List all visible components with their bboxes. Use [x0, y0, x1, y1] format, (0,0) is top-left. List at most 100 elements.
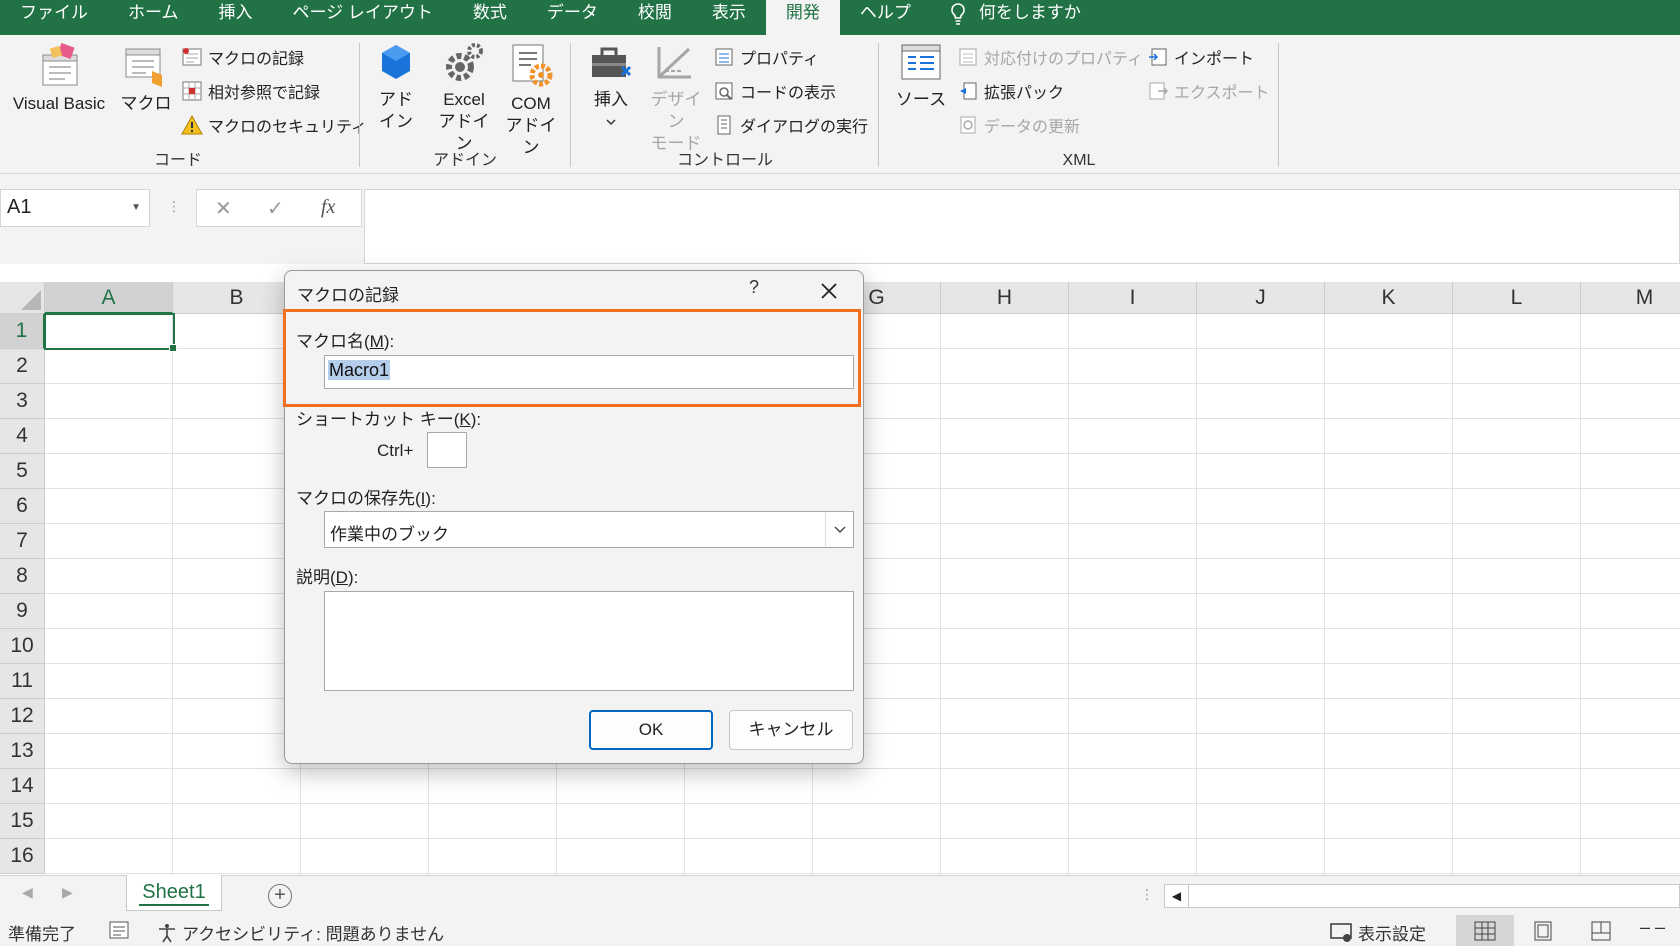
tab-developer[interactable]: 開発	[765, 0, 840, 35]
gridline	[45, 803, 1680, 804]
formula-bar: A1 ▼ ⋮ ✕ ✓ fx	[0, 174, 1680, 264]
row-header-14[interactable]: 14	[0, 769, 45, 804]
tab-insert[interactable]: 挿入	[199, 0, 273, 35]
page-break-view-icon	[1591, 921, 1611, 940]
row-header-4[interactable]: 4	[0, 419, 45, 454]
tab-page-layout[interactable]: ページ レイアウト	[273, 0, 453, 35]
design-mode-button[interactable]: デザイン モード	[644, 41, 708, 155]
row-header-11[interactable]: 11	[0, 664, 45, 699]
insert-function-button[interactable]: fx	[321, 196, 335, 219]
gridline	[1196, 314, 1197, 875]
macros-button[interactable]: マクロ	[118, 41, 174, 115]
excel-addins-button[interactable]: Excel アドイン	[434, 41, 494, 155]
shortcut-key-input[interactable]	[427, 432, 467, 468]
row-header-2[interactable]: 2	[0, 349, 45, 384]
tab-view[interactable]: 表示	[692, 0, 766, 35]
group-addins: アド イン Excel アドイン COM アドイン アドイン	[362, 35, 568, 174]
zoom-out-button[interactable]: – –	[1640, 917, 1665, 938]
import-button[interactable]: インポート	[1146, 43, 1254, 71]
refresh-data-button[interactable]: データの更新	[956, 111, 1080, 139]
row-header-10[interactable]: 10	[0, 629, 45, 664]
xml-source-button[interactable]: ソース	[894, 41, 948, 111]
macro-security-button[interactable]: マクロのセキュリティ	[180, 111, 367, 139]
help-button[interactable]: ?	[749, 277, 759, 298]
close-button[interactable]	[815, 277, 843, 305]
tab-review[interactable]: 校閲	[618, 0, 692, 35]
selected-cell-a1[interactable]	[44, 313, 177, 352]
run-dialog-label: ダイアログの実行	[740, 119, 869, 136]
ok-button[interactable]: OK	[589, 710, 713, 750]
row-header-1[interactable]: 1	[0, 314, 45, 349]
gridline	[45, 768, 1680, 769]
excel-window: ファイル ホーム 挿入 ページ レイアウト 数式 データ 校閲 表示 開発 ヘル…	[0, 0, 1680, 946]
row-header-7[interactable]: 7	[0, 524, 45, 559]
row-header-13[interactable]: 13	[0, 734, 45, 769]
status-bar: 準備完了 アクセシビリティ: 問題ありません 表示設定 – –	[0, 915, 1680, 946]
description-textarea[interactable]	[324, 591, 854, 691]
name-box[interactable]: A1 ▼	[0, 189, 150, 227]
chevron-down-icon[interactable]: ▼	[131, 202, 141, 213]
horizontal-scrollbar[interactable]: ◀	[1164, 884, 1680, 908]
row-header-9[interactable]: 9	[0, 594, 45, 629]
row-header-15[interactable]: 15	[0, 804, 45, 839]
sheet-tab-sheet1[interactable]: Sheet1	[126, 875, 222, 911]
column-header-b[interactable]: B	[173, 282, 301, 314]
record-macro-button[interactable]: マクロの記録	[180, 43, 304, 71]
page-break-view-button[interactable]	[1572, 915, 1630, 946]
tab-help[interactable]: ヘルプ	[840, 0, 931, 35]
column-header-l[interactable]: L	[1453, 282, 1581, 314]
select-all-button[interactable]	[0, 282, 45, 314]
accessibility-status[interactable]: アクセシビリティ: 問題ありません	[156, 920, 444, 945]
column-header-j[interactable]: J	[1197, 282, 1325, 314]
add-sheet-button[interactable]: +	[268, 884, 292, 908]
run-dialog-button[interactable]: ダイアログの実行	[712, 111, 868, 139]
column-header-h[interactable]: H	[941, 282, 1069, 314]
page-layout-view-button[interactable]	[1514, 915, 1572, 946]
addins-button[interactable]: アド イン	[376, 41, 416, 133]
column-header-m[interactable]: M	[1581, 282, 1680, 314]
column-header-k[interactable]: K	[1325, 282, 1453, 314]
scroll-left-icon[interactable]: ◀	[1165, 885, 1189, 907]
scroll-sheets-right-icon[interactable]: ▶	[62, 884, 73, 901]
column-header-i[interactable]: I	[1069, 282, 1197, 314]
store-macro-select[interactable]: 作業中のブック	[324, 511, 854, 548]
scroll-sheets-left-icon[interactable]: ◀	[22, 884, 33, 901]
display-settings-button[interactable]: 表示設定	[1330, 920, 1426, 945]
export-button[interactable]: エクスポート	[1146, 77, 1270, 105]
row-header-8[interactable]: 8	[0, 559, 45, 594]
row-header-12[interactable]: 12	[0, 699, 45, 734]
enter-check-icon[interactable]: ✓	[267, 196, 284, 221]
gear-icon	[446, 43, 483, 81]
tab-home[interactable]: ホーム	[108, 0, 199, 35]
formula-input[interactable]	[364, 189, 1680, 264]
splitter-handle-icon[interactable]: ⋮	[1140, 886, 1154, 903]
tab-data[interactable]: データ	[527, 0, 618, 35]
display-settings-icon	[1330, 922, 1352, 942]
com-addins-icon	[512, 44, 553, 87]
map-properties-button[interactable]: 対応付けのプロパティ	[956, 43, 1143, 71]
row-header-3[interactable]: 3	[0, 384, 45, 419]
visual-basic-button[interactable]: Visual Basic	[6, 41, 112, 115]
expansion-packs-button[interactable]: 拡張パック	[956, 77, 1064, 105]
tab-formulas[interactable]: 数式	[453, 0, 527, 35]
cancel-entry-icon[interactable]: ✕	[215, 196, 232, 221]
relative-reference-button[interactable]: 相対参照で記録	[180, 77, 320, 105]
cancel-button[interactable]: キャンセル	[729, 710, 853, 750]
row-header-6[interactable]: 6	[0, 489, 45, 524]
insert-control-button[interactable]: 挿入	[586, 41, 636, 133]
tell-me-search[interactable]: 何をしますか	[949, 0, 1081, 35]
row-header-5[interactable]: 5	[0, 454, 45, 489]
dialog-title: マクロの記録	[297, 286, 399, 305]
properties-button[interactable]: プロパティ	[712, 43, 819, 71]
row-header-16[interactable]: 16	[0, 839, 45, 874]
chevron-down-icon[interactable]	[825, 512, 853, 547]
column-header-a[interactable]: A	[45, 282, 173, 314]
macro-name-input[interactable]: Macro1	[324, 355, 854, 389]
normal-view-button[interactable]	[1456, 915, 1514, 946]
view-code-button[interactable]: コードの表示	[712, 77, 836, 105]
drag-handle-icon[interactable]: ⋮	[167, 198, 181, 215]
com-addins-button[interactable]: COM アドイン	[498, 41, 564, 159]
warning-icon	[181, 114, 203, 135]
macro-recording-status-icon[interactable]	[108, 920, 130, 940]
tab-file[interactable]: ファイル	[0, 0, 108, 35]
